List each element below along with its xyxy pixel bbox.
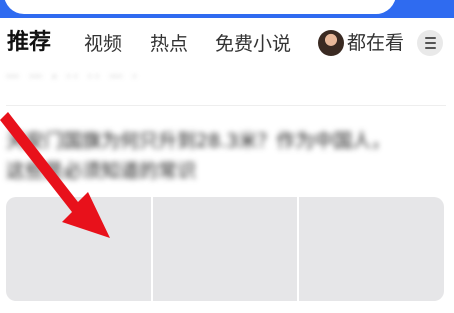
channel-menu-button[interactable] <box>417 30 443 56</box>
tab-recommend[interactable]: 推荐 <box>7 30 51 56</box>
feed-divider <box>6 105 446 106</box>
tab-everyone-watching[interactable]: 都在看 <box>318 30 404 56</box>
thumbnail-1[interactable] <box>6 197 151 301</box>
menu-icon <box>424 37 436 39</box>
avatar <box>318 30 344 56</box>
article-title[interactable]: 天安门国旗为何只升到28.3米？作为中国人，这些是必须知道的常识 <box>6 126 406 186</box>
tab-video[interactable]: 视频 <box>84 32 122 56</box>
article-thumbnails[interactable] <box>6 197 444 301</box>
tab-hot[interactable]: 热点 <box>150 32 188 56</box>
previous-article-snippet[interactable]: … … , .. .. … . <box>6 66 306 78</box>
search-bar[interactable] <box>4 0 396 14</box>
tab-everyone-watching-label: 都在看 <box>347 32 405 54</box>
thumbnail-2[interactable] <box>152 197 298 301</box>
tab-free-novel[interactable]: 免费小说 <box>215 32 291 56</box>
channel-tabs: 推荐 视频 热点 免费小说 都在看 <box>0 18 454 68</box>
thumbnail-3[interactable] <box>299 197 444 301</box>
